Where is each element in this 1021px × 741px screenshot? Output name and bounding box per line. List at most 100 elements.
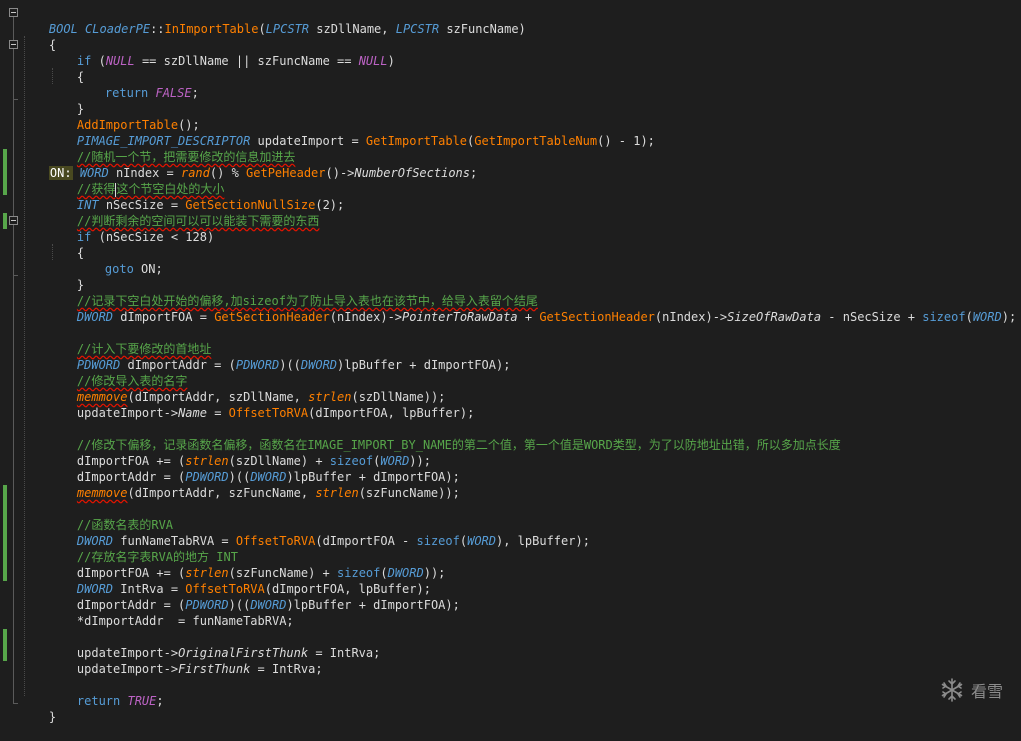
punct-token: ); bbox=[1001, 310, 1017, 324]
text-token: (dImportFOA, lpBuffer); bbox=[308, 406, 475, 420]
code-line[interactable]: DWORD funNameTabRVA = OffsetToRVA(dImpor… bbox=[48, 517, 590, 548]
code-line[interactable]: //获得这个节空白处的大小 bbox=[48, 165, 224, 197]
code-line[interactable]: if (nSecSize < 128) bbox=[48, 213, 214, 244]
code-line[interactable]: dImportFOA += (strlen(szFuncName) + size… bbox=[48, 549, 446, 580]
text-token: dImportFOA = bbox=[113, 310, 215, 324]
code-line[interactable]: AddImportTable(); bbox=[48, 101, 200, 132]
code-line[interactable]: dImportAddr = (PDWORD)((DWORD)lpBuffer +… bbox=[48, 581, 460, 612]
code-line[interactable]: //修改下偏移，记录函数名偏移，函数名在IMAGE_IMPORT_BY_NAME… bbox=[48, 421, 841, 452]
text-token: (nIndex)-> bbox=[654, 310, 728, 324]
code-line[interactable]: //计入下要修改的首地址 bbox=[48, 325, 211, 356]
punct-token: :: bbox=[150, 22, 165, 36]
code-line[interactable]: goto ON; bbox=[76, 245, 163, 276]
text-token: (dImportAddr, szFuncName, bbox=[127, 486, 316, 500]
watermark-text: 看雪 bbox=[970, 682, 1003, 701]
member-token: SizeOfRawData bbox=[727, 310, 822, 324]
fold-end bbox=[13, 99, 18, 100]
type-token: LPCSTR bbox=[265, 22, 317, 36]
fold-end bbox=[13, 275, 18, 276]
code-line[interactable]: } bbox=[48, 85, 84, 116]
code-line[interactable]: updateImport->OriginalFirstThunk = IntRv… bbox=[48, 629, 380, 660]
code-line[interactable]: { bbox=[48, 229, 84, 260]
code-line[interactable]: //修改导入表的名字 bbox=[48, 357, 187, 388]
text-token: (nSecSize < 128) bbox=[98, 230, 215, 244]
code-line[interactable]: updateImport->Name = OffsetToRVA(dImport… bbox=[48, 389, 474, 420]
function-token: OffsetToRVA bbox=[235, 534, 316, 548]
code-line[interactable]: } bbox=[48, 261, 84, 292]
code-line[interactable]: *dImportAddr = funNameTabRVA; bbox=[48, 597, 294, 628]
text-token: *dImportAddr = funNameTabRVA; bbox=[76, 614, 294, 628]
member-token: PointerToRawData bbox=[402, 310, 518, 324]
code-line[interactable]: //记录下空白处开始的偏移,加sizeof为了防止导入表也在该节中，给导入表留个… bbox=[48, 277, 538, 308]
punct-token: ( bbox=[258, 22, 266, 36]
code-line[interactable]: return FALSE; bbox=[76, 69, 199, 100]
change-bar bbox=[3, 629, 7, 661]
function-token: GetSectionHeader bbox=[539, 310, 655, 324]
type-token: LPCSTR bbox=[395, 22, 447, 36]
snowflake-icon bbox=[941, 678, 963, 702]
function-token: GetPeHeader bbox=[246, 166, 326, 180]
code-line[interactable]: BOOL CLoaderPE::InImportTable(LPCSTR szD… bbox=[20, 5, 526, 36]
code-line[interactable]: PIMAGE_IMPORT_DESCRIPTOR updateImport = … bbox=[48, 117, 655, 148]
indent-guide bbox=[24, 36, 25, 696]
code-editor[interactable]: BOOL CLoaderPE::InImportTable(LPCSTR szD… bbox=[0, 0, 1021, 724]
code-line[interactable]: //存放名字表RVA的地方 INT bbox=[48, 533, 238, 564]
member-token: FirstThunk bbox=[178, 662, 251, 676]
code-line[interactable]: return TRUE; bbox=[48, 677, 164, 708]
type-token: PDWORD bbox=[235, 358, 280, 372]
text-token: ()-> bbox=[325, 166, 355, 180]
function-token: OffsetToRVA bbox=[228, 406, 309, 420]
text-token: + bbox=[517, 310, 540, 324]
param-token: szDllName, bbox=[316, 22, 396, 36]
keyword-token: sizeof bbox=[416, 534, 460, 548]
function-token: strlen bbox=[315, 486, 359, 500]
text-token: () - 1); bbox=[597, 134, 655, 148]
macro-token: FALSE bbox=[155, 86, 192, 100]
fold-end bbox=[13, 703, 18, 704]
text-token: ON; bbox=[141, 262, 163, 276]
code-line[interactable]: memmove(dImportAddr, szFuncName, strlen(… bbox=[48, 469, 460, 500]
member-token: NumberOfSections bbox=[354, 166, 470, 180]
code-line[interactable]: updateImport->FirstThunk = IntRva; bbox=[48, 645, 323, 676]
text-token: = bbox=[206, 406, 229, 420]
brace-token: } bbox=[48, 710, 57, 724]
code-line[interactable]: dImportFOA += (strlen(szDllName) + sizeo… bbox=[48, 437, 431, 468]
code-line[interactable]: dImportAddr = (PDWORD)((DWORD)lpBuffer +… bbox=[48, 453, 460, 484]
code-line[interactable]: //函数名表的RVA bbox=[48, 501, 173, 532]
code-line[interactable]: } bbox=[20, 693, 56, 724]
text-token: (dImportFOA - bbox=[315, 534, 417, 548]
keyword-token: goto bbox=[104, 262, 142, 276]
code-line[interactable]: PDWORD dImportAddr = (PDWORD)((DWORD)lpB… bbox=[48, 341, 511, 372]
keyword-token: sizeof bbox=[922, 310, 966, 324]
keyword-token: return bbox=[104, 86, 156, 100]
code-line[interactable]: if (NULL == szDllName || szFuncName == N… bbox=[48, 37, 395, 68]
function-token: memmove bbox=[76, 486, 128, 500]
macro-token: NULL bbox=[105, 54, 135, 68]
code-line[interactable]: memmove(dImportAddr, szDllName, strlen(s… bbox=[48, 373, 445, 404]
text-token: = IntRva; bbox=[250, 662, 323, 676]
code-line[interactable]: DWORD IntRva = OffsetToRVA(dImportFOA, l… bbox=[48, 565, 431, 596]
code-line[interactable]: DWORD dImportFOA = GetSectionHeader(nInd… bbox=[48, 293, 1016, 324]
code-line[interactable]: { bbox=[48, 53, 84, 84]
code-line[interactable]: //判断剩余的空间可以可以能装下需要的东西 bbox=[48, 197, 319, 228]
punct-token: ( bbox=[965, 310, 973, 324]
type-token: WORD bbox=[467, 534, 496, 548]
punct-token: ) bbox=[387, 54, 395, 68]
text-token: updateImport-> bbox=[76, 662, 179, 676]
collapse-toggle[interactable] bbox=[9, 40, 18, 49]
code-line[interactable]: INT nSecSize = GetSectionNullSize(2); bbox=[48, 181, 344, 212]
change-bar bbox=[3, 149, 7, 195]
text-token: - nSecSize + bbox=[821, 310, 923, 324]
collapse-toggle[interactable] bbox=[9, 216, 18, 225]
collapse-toggle[interactable] bbox=[9, 8, 18, 17]
punct-token: ; bbox=[156, 694, 164, 708]
code-line[interactable]: { bbox=[20, 21, 56, 52]
text-token: )(( bbox=[279, 358, 301, 372]
type-token: DWORD bbox=[300, 358, 338, 372]
code-line[interactable]: //随机一个节，把需要修改的信息加进去 bbox=[48, 133, 295, 164]
code-line[interactable]: ON: WORD nIndex = rand() % GetPeHeader()… bbox=[20, 149, 477, 180]
change-bar bbox=[3, 485, 7, 581]
macro-token: NULL bbox=[358, 54, 388, 68]
punct-token: ; bbox=[191, 86, 199, 100]
punct-token: ; bbox=[470, 166, 478, 180]
